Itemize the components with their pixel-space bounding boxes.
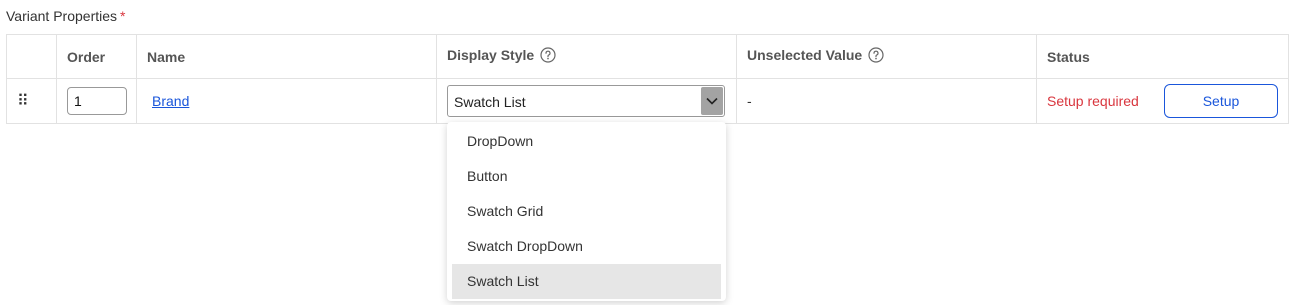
dropdown-option[interactable]: DropDown	[452, 124, 721, 159]
unselected-value-cell: -	[736, 78, 1037, 124]
header-name: Name	[136, 34, 437, 79]
status-text: Setup required	[1047, 93, 1139, 109]
setup-button[interactable]: Setup	[1164, 84, 1278, 118]
display-style-dropdown: DropDown Button Swatch Grid Swatch DropD…	[447, 122, 726, 301]
variant-properties-label: Variant Properties *	[6, 8, 125, 24]
required-asterisk: *	[120, 8, 126, 24]
dropdown-option[interactable]: Swatch Grid	[452, 194, 721, 229]
order-input[interactable]	[67, 87, 127, 115]
dropdown-option[interactable]: Button	[452, 159, 721, 194]
dropdown-option[interactable]: Swatch DropDown	[452, 229, 721, 264]
chevron-down-icon[interactable]	[701, 87, 723, 115]
table-row: ⠿ Brand Swatch List - Setup required Set…	[6, 78, 1289, 124]
header-unselected-value: Unselected Value	[736, 34, 1037, 79]
drag-handle-icon[interactable]: ⠿	[6, 78, 57, 124]
name-link[interactable]: Brand	[152, 93, 189, 109]
header-drag	[6, 34, 57, 79]
name-cell: Brand	[136, 78, 437, 124]
display-style-value: Swatch List	[454, 94, 526, 110]
help-icon[interactable]	[540, 47, 556, 66]
header-display-style-label: Display Style	[447, 47, 535, 63]
variant-properties-title: Variant Properties	[6, 8, 118, 24]
header-status: Status	[1036, 34, 1289, 79]
status-cell: Setup required Setup	[1036, 78, 1289, 124]
header-unselected-value-label: Unselected Value	[747, 47, 863, 63]
header-display-style: Display Style	[436, 34, 737, 79]
header-order: Order	[56, 34, 137, 79]
table-header-row: Order Name Display Style Unselected Valu…	[6, 34, 1289, 79]
display-style-cell: Swatch List	[436, 78, 737, 124]
dropdown-option-selected[interactable]: Swatch List	[452, 264, 721, 299]
order-cell	[56, 78, 137, 124]
display-style-select[interactable]: Swatch List	[447, 85, 725, 117]
help-icon[interactable]	[868, 47, 884, 66]
variant-properties-table: Order Name Display Style Unselected Valu…	[6, 34, 1289, 124]
